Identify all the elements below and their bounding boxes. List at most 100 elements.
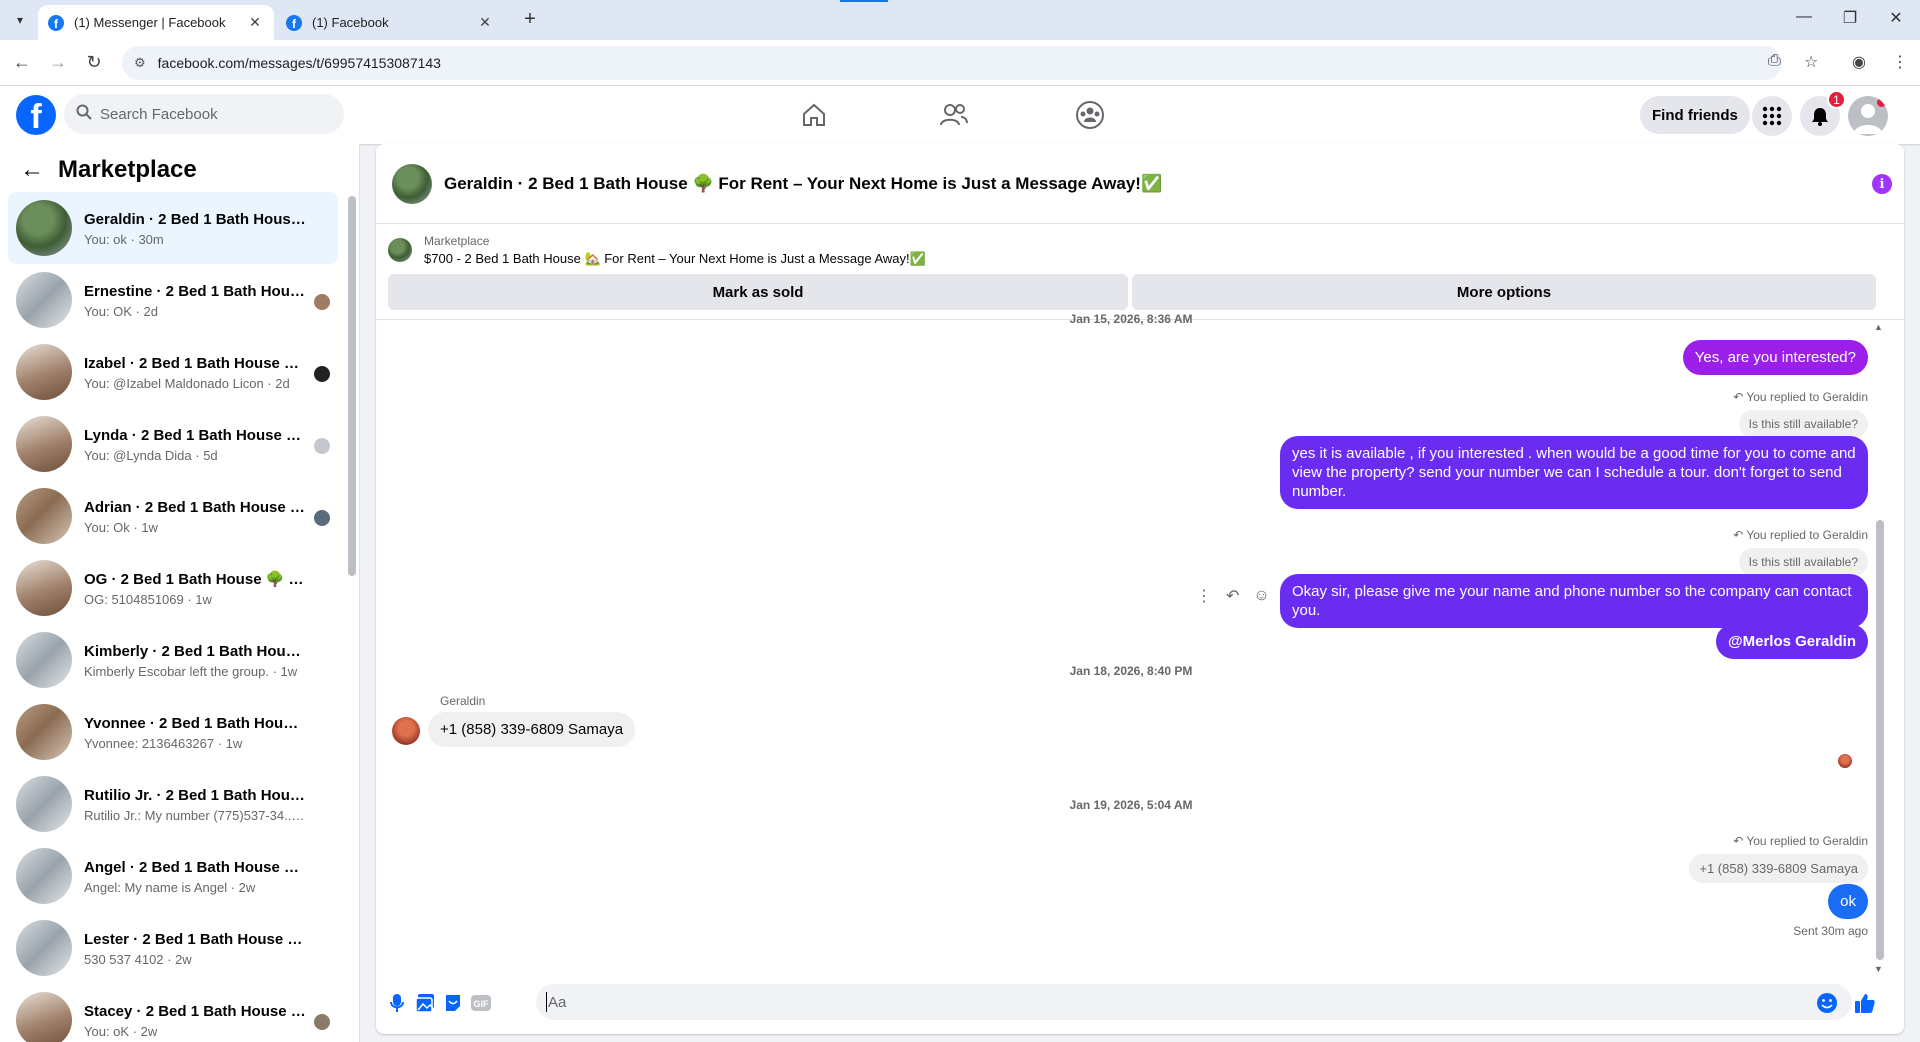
conversation-item-angel[interactable]: Angel · 2 Bed 1 Bath House 🌳 For Rent Ang… bbox=[8, 840, 338, 912]
conversation-name: Lester · 2 Bed 1 Bath House 🌳 For Rent bbox=[84, 930, 306, 948]
close-tab-icon[interactable]: ✕ bbox=[476, 14, 494, 31]
sender-avatar[interactable] bbox=[392, 717, 420, 745]
listing-thumbnail[interactable] bbox=[388, 238, 412, 262]
listing-title[interactable]: $700 - 2 Bed 1 Bath House 🏡 For Rent – Y… bbox=[424, 251, 926, 267]
listing-thumbnail bbox=[16, 560, 72, 616]
timestamp: Jan 15, 2026, 8:36 AM bbox=[1069, 312, 1193, 326]
react-emoji-icon[interactable]: ☺ bbox=[1253, 587, 1269, 605]
close-window-icon[interactable]: ✕ bbox=[1884, 8, 1908, 28]
close-tab-icon[interactable]: ✕ bbox=[246, 14, 264, 31]
conversation-list: Geraldin · 2 Bed 1 Bath House 🌳 For Rent… bbox=[8, 192, 338, 1042]
facebook-favicon-icon: f bbox=[48, 14, 64, 31]
seen-avatar bbox=[314, 366, 330, 382]
back-arrow-icon[interactable]: ← bbox=[20, 156, 44, 184]
seen-avatar bbox=[314, 1014, 330, 1030]
site-info-icon[interactable]: ⚙ bbox=[134, 55, 146, 71]
search-box[interactable] bbox=[64, 94, 344, 134]
conversation-item-kimberly[interactable]: Kimberly · 2 Bed 1 Bath House 🌳 For Rent… bbox=[8, 624, 338, 696]
menu-grid-icon[interactable] bbox=[1752, 96, 1792, 136]
tab-title: (1) Messenger | Facebook bbox=[74, 15, 226, 30]
conversation-name: Adrian · 2 Bed 1 Bath House 🌳 For Rent bbox=[84, 498, 306, 516]
thumbs-up-icon[interactable] bbox=[1854, 992, 1876, 1014]
message-composer: GIF bbox=[376, 974, 1904, 1034]
home-icon[interactable] bbox=[794, 98, 834, 132]
conversation-snippet: You: Ok · 1w bbox=[84, 519, 158, 535]
outgoing-message[interactable]: Okay sir, please give me your name and p… bbox=[1280, 574, 1868, 628]
conversation-item-stacey[interactable]: Stacey · 2 Bed 1 Bath House 🌳 For Rent Yo… bbox=[8, 984, 338, 1042]
mark-as-sold-button[interactable]: Mark as sold bbox=[388, 274, 1128, 310]
forward-icon[interactable]: → bbox=[46, 52, 70, 73]
back-icon[interactable]: ← bbox=[10, 52, 34, 73]
chat-panel: Geraldin · 2 Bed 1 Bath House 🌳 For Rent… bbox=[376, 144, 1904, 1034]
marketplace-sidebar: ← Marketplace Geraldin · 2 Bed 1 Bath Ho… bbox=[0, 144, 360, 1042]
conversation-item-lester[interactable]: Lester · 2 Bed 1 Bath House 🌳 For Rent 53… bbox=[8, 912, 338, 984]
conversation-item-og[interactable]: OG · 2 Bed 1 Bath House 🌳 For Rent OG: 51… bbox=[8, 552, 338, 624]
more-actions-icon[interactable]: ⋮ bbox=[1196, 586, 1212, 606]
chat-title[interactable]: Geraldin · 2 Bed 1 Bath House 🌳 For Rent… bbox=[444, 174, 1162, 194]
reload-icon[interactable]: ↻ bbox=[82, 52, 106, 73]
groups-icon[interactable] bbox=[1070, 98, 1110, 132]
install-app-icon[interactable]: ⎙ bbox=[1768, 52, 1781, 70]
outgoing-message[interactable]: Yes, are you interested? bbox=[1682, 340, 1868, 375]
chat-header: Geraldin · 2 Bed 1 Bath House 🌳 For Rent… bbox=[376, 144, 1904, 224]
sticker-icon[interactable] bbox=[442, 992, 464, 1014]
photo-icon[interactable] bbox=[414, 992, 436, 1014]
conversation-item-rutilio[interactable]: Rutilio Jr. · 2 Bed 1 Bath House 🌳 For R… bbox=[8, 768, 338, 840]
conversation-name: Rutilio Jr. · 2 Bed 1 Bath House 🌳 For R… bbox=[84, 786, 306, 804]
microphone-icon[interactable] bbox=[386, 992, 408, 1014]
conversation-snippet: 530 537 4102 · 2w bbox=[84, 951, 192, 967]
conversation-item-geraldin[interactable]: Geraldin · 2 Bed 1 Bath House 🌳 For Rent… bbox=[8, 192, 338, 264]
reply-note: ↶ You replied to Geraldin bbox=[1733, 528, 1868, 542]
address-bar[interactable]: ⚙ facebook.com/messages/t/69957415308714… bbox=[122, 46, 1782, 80]
emoji-icon[interactable] bbox=[1816, 992, 1838, 1014]
listing-thumbnail bbox=[16, 848, 72, 904]
mention-message[interactable]: @Merlos Geraldin bbox=[1716, 624, 1868, 659]
tab-messenger[interactable]: f (1) Messenger | Facebook ✕ bbox=[38, 5, 274, 40]
incoming-message[interactable]: +1 (858) 339-6809 Samaya bbox=[428, 712, 636, 747]
message-input[interactable] bbox=[536, 984, 1852, 1020]
listing-thumbnail bbox=[16, 272, 72, 328]
info-icon[interactable]: i bbox=[1872, 174, 1892, 194]
chat-avatar[interactable] bbox=[392, 163, 432, 204]
conversation-name: Stacey · 2 Bed 1 Bath House 🌳 For Rent bbox=[84, 1002, 306, 1020]
conversation-name: OG · 2 Bed 1 Bath House 🌳 For Rent bbox=[84, 570, 306, 588]
listing-thumbnail bbox=[16, 704, 72, 760]
notifications-bell-icon[interactable]: 1 bbox=[1800, 90, 1846, 136]
scroll-up-icon[interactable]: ▲ bbox=[1874, 322, 1883, 332]
facebook-logo-icon[interactable]: f bbox=[16, 95, 56, 135]
outgoing-message[interactable]: ok bbox=[1828, 884, 1868, 919]
conversation-item-ernestine[interactable]: Ernestine · 2 Bed 1 Bath House 🌳 For Ren… bbox=[8, 264, 338, 336]
conversation-item-adrian[interactable]: Adrian · 2 Bed 1 Bath House 🌳 For Rent Yo… bbox=[8, 480, 338, 552]
conversation-name: Lynda · 2 Bed 1 Bath House 🌳 For Rent bbox=[84, 426, 306, 444]
notification-badge: 1 bbox=[1827, 90, 1846, 109]
minimize-icon[interactable]: — bbox=[1792, 8, 1816, 26]
replied-quote[interactable]: +1 (858) 339-6809 Samaya bbox=[1689, 854, 1868, 883]
find-friends-button[interactable]: Find friends bbox=[1640, 96, 1750, 134]
conversation-snippet: Yvonnee: 2136463267 · 1w bbox=[84, 735, 243, 751]
replied-quote[interactable]: Is this still available? bbox=[1738, 410, 1868, 438]
sidebar-scrollbar[interactable] bbox=[348, 196, 356, 576]
replied-quote[interactable]: Is this still available? bbox=[1738, 548, 1868, 576]
restore-icon[interactable]: ❐ bbox=[1838, 8, 1862, 28]
outgoing-message[interactable]: yes it is available , if you interested … bbox=[1280, 436, 1868, 509]
tab-search-icon[interactable]: ▾ bbox=[8, 8, 32, 32]
profile-icon[interactable]: ◉ bbox=[1852, 52, 1866, 72]
url-text: facebook.com/messages/t/699574153087143 bbox=[157, 55, 441, 71]
conversation-item-lynda[interactable]: Lynda · 2 Bed 1 Bath House 🌳 For Rent You… bbox=[8, 408, 338, 480]
account-avatar[interactable] bbox=[1848, 96, 1888, 136]
search-input[interactable] bbox=[100, 105, 320, 123]
conversation-item-yvonnee[interactable]: Yvonnee · 2 Bed 1 Bath House 🌳 For Rent Y… bbox=[8, 696, 338, 768]
friends-icon[interactable] bbox=[934, 98, 974, 132]
conversation-snippet: You: @Lynda Dida · 5d bbox=[84, 447, 218, 463]
bookmark-star-icon[interactable]: ☆ bbox=[1804, 52, 1818, 72]
browser-menu-icon[interactable]: ⋮ bbox=[1892, 52, 1908, 72]
gif-icon[interactable]: GIF bbox=[470, 992, 492, 1014]
new-tab-icon[interactable]: + bbox=[518, 8, 542, 31]
thread-scrollbar[interactable] bbox=[1876, 520, 1884, 960]
conversation-item-izabel[interactable]: Izabel · 2 Bed 1 Bath House 🌳 For Rent Yo… bbox=[8, 336, 338, 408]
tab-facebook[interactable]: f (1) Facebook ✕ bbox=[276, 5, 504, 40]
browser-tab-bar: ▾ f (1) Messenger | Facebook ✕ f (1) Fac… bbox=[0, 0, 1920, 40]
reply-icon[interactable]: ↶ bbox=[1226, 586, 1239, 606]
more-options-button[interactable]: More options bbox=[1132, 274, 1876, 310]
scroll-down-icon[interactable]: ▼ bbox=[1874, 964, 1883, 974]
